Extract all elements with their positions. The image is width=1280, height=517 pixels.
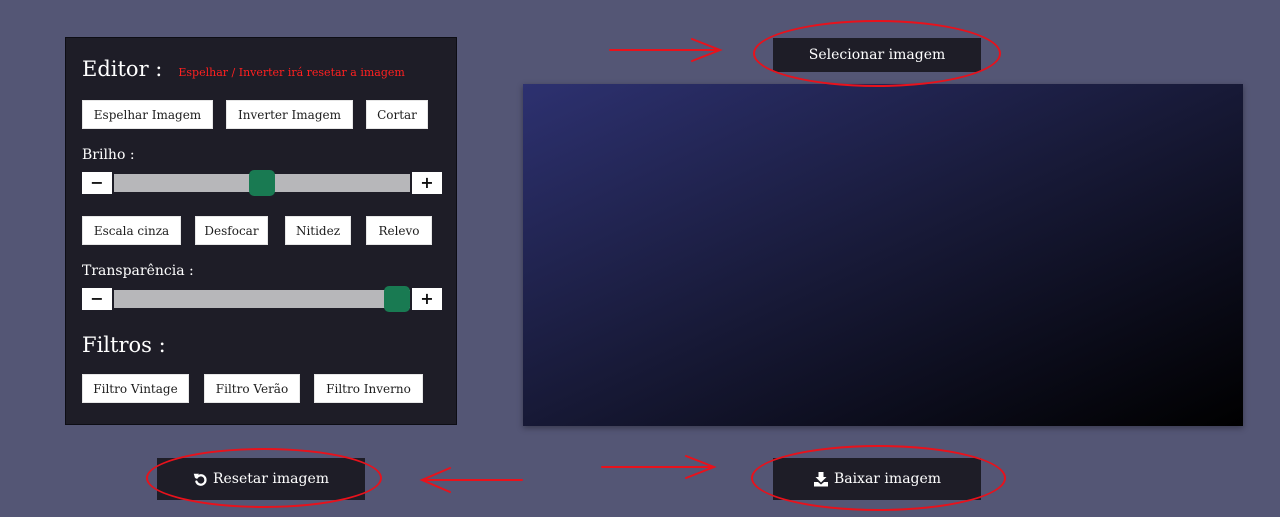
annotation-arrow-download	[601, 455, 717, 479]
annotation-arrow-select	[609, 38, 723, 62]
reset-image-label: Resetar imagem	[212, 471, 330, 487]
reset-image-button[interactable]: Resetar imagem	[157, 458, 365, 500]
download-image-label: Baixar imagem	[833, 471, 942, 487]
transparency-increase-button[interactable]: +	[412, 288, 442, 310]
winter-filter-button[interactable]: Filtro Inverno	[314, 374, 423, 403]
filters-title: Filtros :	[82, 333, 166, 357]
transparency-label: Transparência :	[82, 263, 194, 279]
sharpen-button[interactable]: Nitidez	[285, 216, 351, 245]
brightness-label: Brilho :	[82, 147, 135, 163]
brightness-increase-button[interactable]: +	[412, 172, 442, 194]
vintage-filter-button[interactable]: Filtro Vintage	[82, 374, 189, 403]
mirror-image-button[interactable]: Espelhar Imagem	[82, 100, 213, 129]
transparency-thumb[interactable]	[384, 286, 410, 312]
download-image-button[interactable]: Baixar imagem	[773, 458, 981, 500]
annotation-arrow-reset	[419, 467, 523, 493]
select-image-button[interactable]: Selecionar imagem	[773, 38, 981, 72]
blur-button[interactable]: Desfocar	[195, 216, 268, 245]
brightness-slider[interactable]: − +	[82, 170, 442, 196]
download-icon	[813, 471, 829, 487]
grayscale-button[interactable]: Escala cinza	[82, 216, 181, 245]
brightness-thumb[interactable]	[249, 170, 275, 196]
editor-warning: Espelhar / Inverter irá resetar a imagem	[178, 66, 405, 79]
transparency-track[interactable]	[114, 286, 410, 312]
undo-arrow-icon	[193, 472, 208, 487]
transparency-decrease-button[interactable]: −	[82, 288, 112, 310]
emboss-button[interactable]: Relevo	[366, 216, 432, 245]
editor-header: Editor : Espelhar / Inverter irá resetar…	[82, 57, 405, 81]
summer-filter-button[interactable]: Filtro Verão	[204, 374, 300, 403]
image-preview-canvas	[523, 84, 1243, 426]
invert-image-button[interactable]: Inverter Imagem	[226, 100, 353, 129]
brightness-decrease-button[interactable]: −	[82, 172, 112, 194]
brightness-track[interactable]	[114, 170, 410, 196]
crop-button[interactable]: Cortar	[366, 100, 428, 129]
editor-panel: Editor : Espelhar / Inverter irá resetar…	[65, 37, 457, 425]
editor-title: Editor :	[82, 57, 163, 81]
transparency-slider[interactable]: − +	[82, 286, 442, 312]
